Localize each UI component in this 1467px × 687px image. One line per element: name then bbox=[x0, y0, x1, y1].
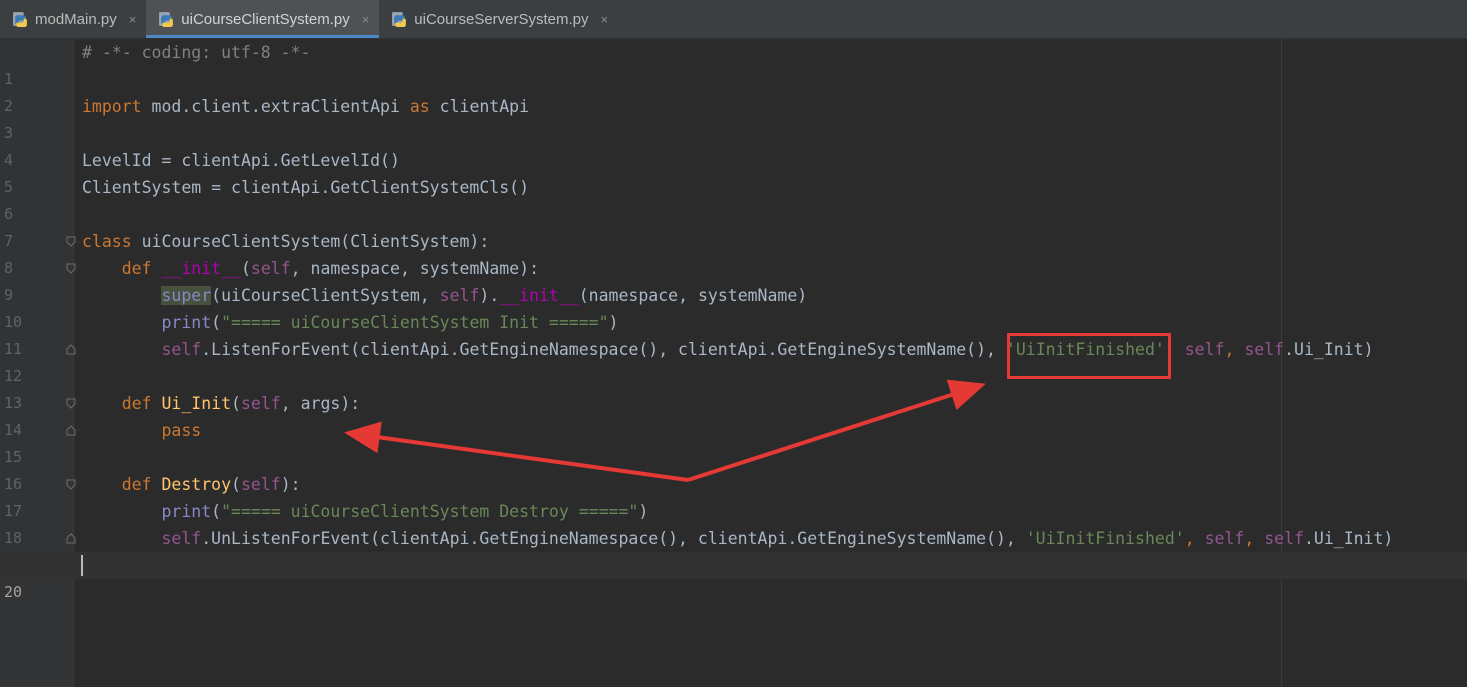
annotation-arrows bbox=[344, 379, 986, 482]
annotation-arrow-left bbox=[344, 421, 689, 482]
ide-window: modMain.py × uiCourseClientSystem.py × u… bbox=[0, 0, 1467, 687]
annotation-arrow-right bbox=[687, 379, 986, 482]
